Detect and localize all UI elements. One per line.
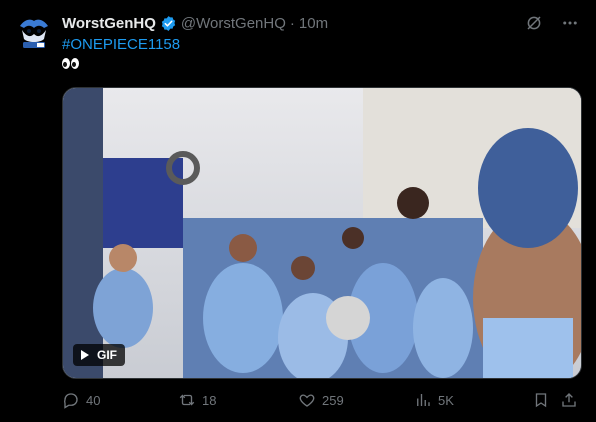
gif-frame-image: [63, 88, 581, 378]
author-handle[interactable]: @WorstGenHQ: [181, 15, 286, 32]
tweet-header: WorstGenHQ @WorstGenHQ · 10m: [62, 13, 580, 33]
separator-dot: ·: [289, 14, 295, 32]
share-button[interactable]: [560, 391, 578, 409]
bookmark-button[interactable]: [532, 391, 550, 409]
like-icon: [299, 394, 315, 407]
avatar[interactable]: [14, 12, 54, 52]
eyes-emoji-icon: [62, 58, 79, 69]
more-icon[interactable]: [560, 13, 580, 33]
like-count: 259: [322, 392, 344, 408]
tweet-actions: 40 18 259 5K: [62, 388, 580, 412]
reply-count: 40: [86, 392, 101, 408]
grok-icon[interactable]: [524, 13, 544, 33]
views-icon: [417, 394, 430, 406]
views-count: 5K: [438, 392, 454, 408]
bookmark-icon: [535, 393, 547, 408]
avatar-logo-icon: [14, 12, 54, 52]
author-name[interactable]: WorstGenHQ: [62, 15, 156, 32]
play-icon: [81, 350, 89, 360]
gif-media[interactable]: GIF: [62, 87, 582, 379]
hashtag-link[interactable]: #ONEPIECE1158: [62, 36, 180, 53]
repost-count: 18: [202, 392, 217, 408]
gif-label: GIF: [97, 348, 117, 362]
timestamp[interactable]: 10m: [299, 15, 328, 32]
share-icon: [562, 393, 576, 407]
like-button[interactable]: 259: [298, 391, 344, 409]
verified-badge-icon: [160, 15, 177, 32]
views-button[interactable]: 5K: [414, 391, 454, 409]
repost-button[interactable]: 18: [178, 391, 216, 409]
reply-icon: [64, 393, 78, 409]
reply-button[interactable]: 40: [62, 391, 100, 409]
tweet-emoji: [62, 56, 79, 74]
header-actions: [524, 13, 580, 33]
repost-icon: [179, 394, 195, 406]
gif-badge[interactable]: GIF: [73, 344, 125, 366]
